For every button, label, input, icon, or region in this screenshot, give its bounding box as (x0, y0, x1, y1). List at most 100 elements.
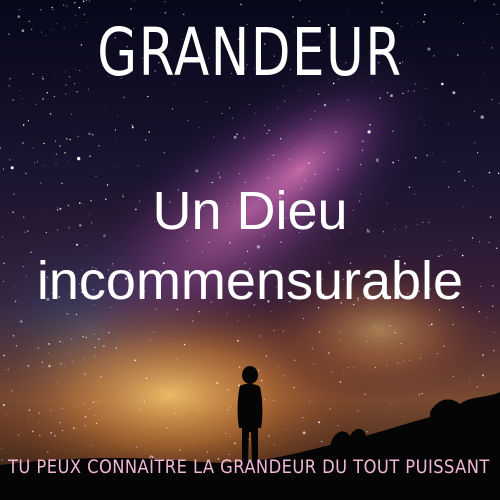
star (44, 165, 46, 167)
star (418, 117, 420, 119)
star (92, 134, 94, 136)
star (381, 164, 383, 166)
star (50, 432, 52, 434)
star (238, 366, 241, 368)
poster-heading: GRANDEUR (97, 14, 403, 91)
star (420, 357, 422, 359)
star (21, 142, 25, 145)
star (463, 23, 465, 24)
star (386, 364, 388, 366)
star (272, 154, 275, 157)
star (486, 83, 488, 84)
star (93, 333, 96, 335)
star (84, 373, 86, 375)
night-sky-poster: GRANDEUR Un Dieu incommensurable TU PEUX… (0, 0, 500, 500)
star (293, 386, 295, 389)
star (452, 375, 454, 377)
star (443, 345, 446, 348)
star (114, 129, 117, 131)
star (263, 399, 265, 401)
star (340, 331, 342, 333)
star (44, 34, 46, 36)
star (267, 177, 269, 179)
star (30, 28, 33, 31)
star (330, 371, 332, 373)
poster-tagline: TU PEUX CONNAÎTRE LA GRANDEUR DU TOUT PU… (8, 456, 490, 478)
star (82, 0, 85, 3)
star (284, 428, 286, 430)
star (239, 173, 241, 175)
star (18, 434, 20, 436)
star (28, 20, 30, 23)
star (74, 2, 76, 4)
star (418, 393, 421, 396)
star (20, 320, 23, 323)
star (239, 337, 241, 339)
star (6, 414, 8, 416)
star (347, 367, 349, 369)
star (313, 363, 315, 365)
star (55, 153, 57, 155)
star (115, 347, 118, 349)
star (92, 401, 94, 403)
star (229, 406, 231, 408)
star (359, 163, 362, 166)
star (47, 451, 49, 453)
star (197, 410, 199, 412)
star (73, 427, 75, 429)
star (486, 317, 488, 318)
star (234, 442, 236, 445)
star (347, 9, 349, 11)
star (283, 375, 285, 377)
star (48, 364, 51, 368)
star (76, 91, 78, 93)
star (143, 400, 145, 403)
star (391, 403, 393, 405)
star (496, 13, 498, 15)
star (137, 165, 139, 167)
star (206, 451, 208, 453)
star (201, 370, 203, 372)
star (55, 162, 57, 164)
star (497, 172, 500, 175)
star (469, 380, 471, 382)
star (130, 8, 132, 10)
star (31, 73, 34, 75)
star (40, 9, 42, 11)
star (148, 131, 151, 133)
star (381, 2, 383, 4)
star (66, 5, 68, 7)
star (102, 332, 104, 334)
star (256, 245, 261, 249)
star (34, 162, 36, 164)
star (443, 161, 445, 163)
star (21, 29, 25, 32)
star (3, 373, 4, 375)
star (89, 155, 91, 157)
star (294, 359, 296, 361)
star (66, 313, 68, 315)
star (64, 366, 66, 368)
star (208, 242, 210, 243)
star (398, 159, 399, 161)
star (343, 373, 345, 375)
star (477, 152, 479, 154)
star (28, 409, 31, 412)
star (302, 417, 304, 419)
star (42, 77, 44, 80)
star (473, 110, 476, 112)
star (63, 342, 64, 343)
star (495, 247, 498, 250)
star (8, 33, 10, 36)
star (54, 140, 57, 142)
star (260, 379, 263, 382)
star (480, 115, 484, 119)
star (12, 335, 15, 337)
star (100, 375, 102, 378)
star (12, 99, 15, 101)
star (136, 446, 138, 448)
star (1, 448, 2, 450)
star (59, 421, 61, 424)
star (88, 132, 91, 136)
star (423, 124, 425, 126)
